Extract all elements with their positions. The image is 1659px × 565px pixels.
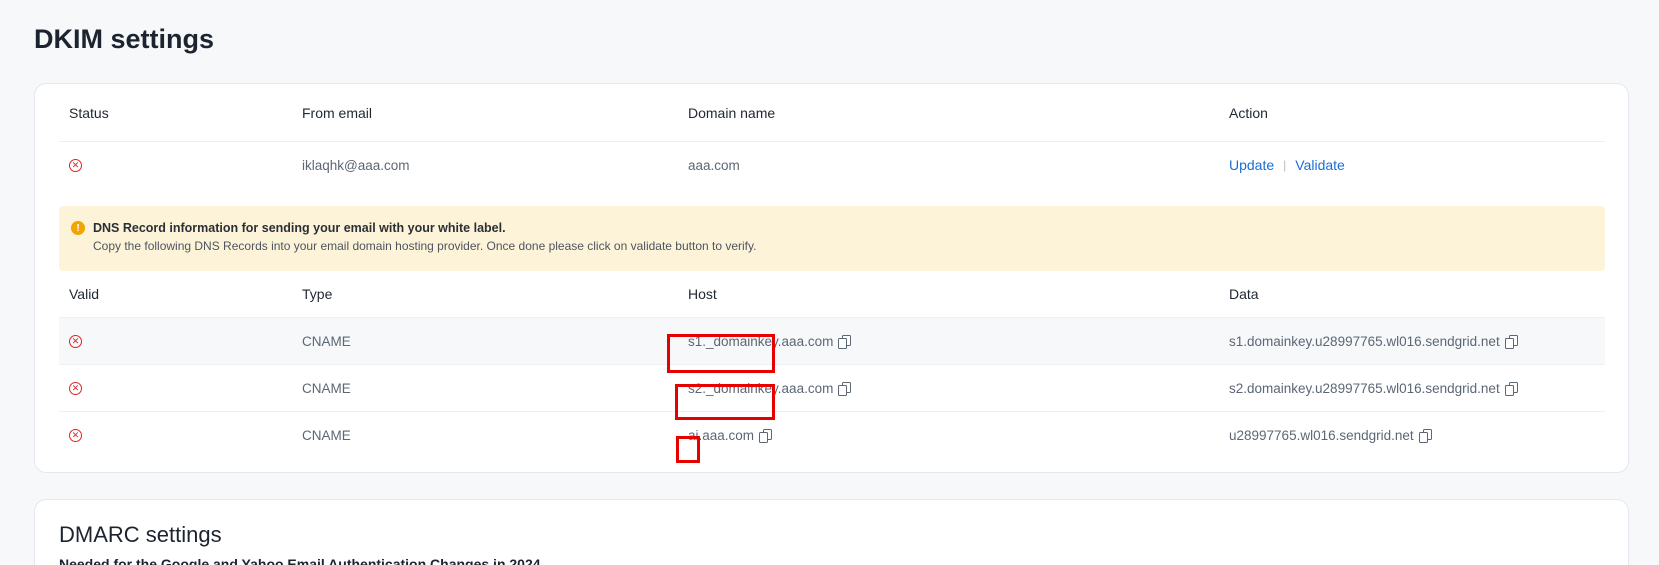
update-link[interactable]: Update xyxy=(1229,157,1274,173)
dkim-card: Status From email Domain name Action ✕ i… xyxy=(34,83,1629,473)
copy-icon[interactable] xyxy=(1418,429,1432,443)
dns-row: ✕ CNAME s2._domainkey.aaa.com s2.domaink… xyxy=(59,365,1605,412)
dns-host: s1._domainkey.aaa.com xyxy=(688,333,834,349)
copy-icon[interactable] xyxy=(759,429,773,443)
action-separator: | xyxy=(1283,158,1287,172)
dns-type: CNAME xyxy=(302,428,351,443)
page-title: DKIM settings xyxy=(34,24,215,54)
header-action: Action xyxy=(1229,104,1268,121)
error-circle-icon: ✕ xyxy=(69,429,82,442)
error-circle-icon: ✕ xyxy=(69,158,82,172)
copy-icon[interactable] xyxy=(838,334,852,349)
dns-row: ✕ CNAME s1._domainkey.aaa.com s1.domaink… xyxy=(59,318,1605,365)
copy-icon[interactable] xyxy=(1504,334,1518,349)
copy-icon[interactable] xyxy=(838,381,852,396)
dns-table-header: Valid Type Host Data xyxy=(59,271,1605,318)
dns-data: s2.domainkey.u28997765.wl016.sendgrid.ne… xyxy=(1229,380,1500,396)
dmarc-title: DMARC settings xyxy=(59,522,222,547)
header-host: Host xyxy=(688,286,717,302)
dns-data: s1.domainkey.u28997765.wl016.sendgrid.ne… xyxy=(1229,333,1500,349)
dmarc-subtitle: Needed for the Google and Yahoo Email Au… xyxy=(59,556,541,565)
domain-name-value: aaa.com xyxy=(688,157,740,173)
dns-type: CNAME xyxy=(302,333,351,349)
from-email-value: iklaqhk@aaa.com xyxy=(302,157,410,173)
header-status: Status xyxy=(69,104,109,121)
dmarc-card: DMARC settings Needed for the Google and… xyxy=(34,499,1629,565)
error-circle-icon: ✕ xyxy=(69,334,82,348)
validate-link[interactable]: Validate xyxy=(1295,157,1345,173)
header-type: Type xyxy=(302,286,333,302)
dns-type: CNAME xyxy=(302,380,351,396)
header-domain-name: Domain name xyxy=(688,104,776,121)
header-from-email: From email xyxy=(302,104,373,121)
error-circle-icon: ✕ xyxy=(69,381,82,395)
dkim-table-header: Status From email Domain name Action xyxy=(59,84,1605,142)
notice-body: Copy the following DNS Records into your… xyxy=(93,239,757,253)
dkim-record-row: ✕ iklaqhk@aaa.com aaa.com Update | Valid… xyxy=(59,142,1605,188)
header-data: Data xyxy=(1229,286,1259,302)
notice-title: DNS Record information for sending your … xyxy=(93,221,506,235)
copy-icon[interactable] xyxy=(1504,381,1518,396)
dns-info-notice: ! DNS Record information for sending you… xyxy=(59,206,1605,271)
dns-host: ai.aaa.com xyxy=(688,428,755,443)
dns-row: ✕ CNAME ai.aaa.com u28997765.wl016.sendg… xyxy=(59,412,1605,459)
info-icon: ! xyxy=(71,221,85,235)
dns-host: s2._domainkey.aaa.com xyxy=(688,380,834,396)
header-valid: Valid xyxy=(69,286,100,302)
dns-data: u28997765.wl016.sendgrid.net xyxy=(1229,428,1414,443)
